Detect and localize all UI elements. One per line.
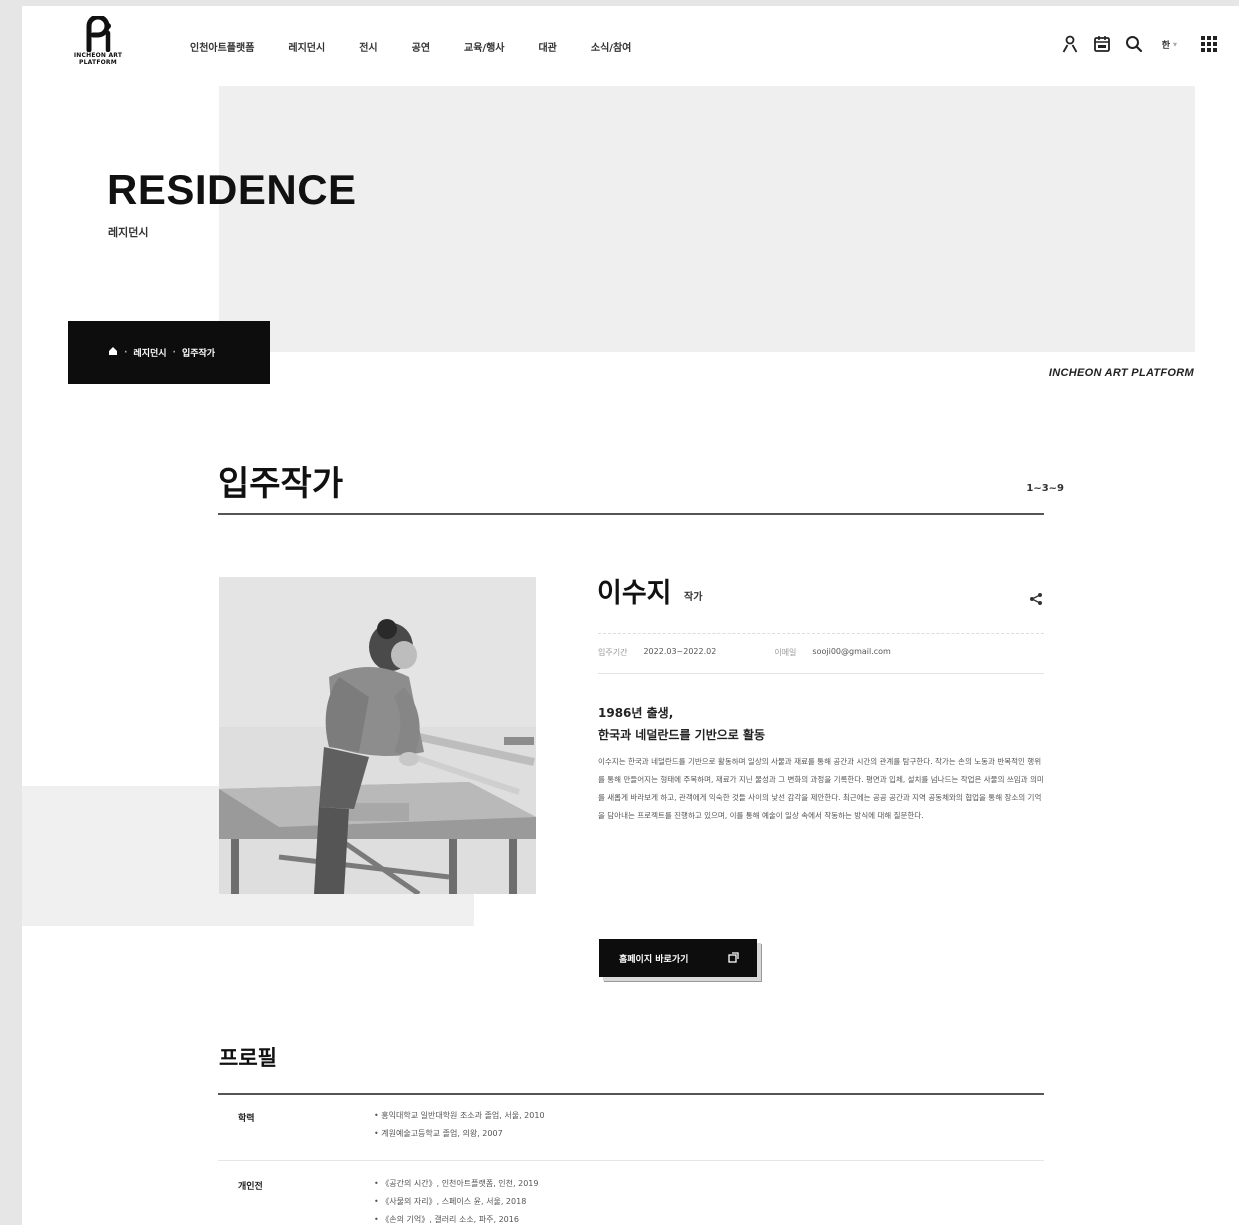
hero-title: RESIDENCE — [107, 166, 357, 213]
homepage-button[interactable]: 홈페이지 바로가기 — [599, 939, 757, 977]
user-icon[interactable] — [1060, 34, 1080, 54]
nav-item-rental[interactable]: 대관 — [538, 39, 556, 54]
language-label: 한 — [1161, 40, 1170, 51]
breadcrumb-separator: · — [124, 347, 128, 358]
meta-key-email: 이메일 — [774, 648, 797, 657]
artist-meta: 입주기간 2022.03~2022.02 이메일 sooji00@gmail.c… — [598, 647, 949, 658]
profile-divider — [218, 1093, 1044, 1095]
intro-line-2: 한국과 네덜란드를 기반으로 활동 — [598, 728, 766, 742]
chevron-down-icon: ▾ — [1172, 39, 1177, 49]
meta-key-period: 입주기간 — [598, 648, 628, 657]
page: INCHEON ART PLATFORM 인천아트플랫폼 레지던시 전시 공연 … — [22, 6, 1239, 1225]
profile-title: 프로필 — [219, 1046, 277, 1070]
hero-subtitle: 레지던시 — [108, 226, 149, 239]
nav-item-platform[interactable]: 인천아트플랫폼 — [190, 39, 254, 54]
logo-mark-icon — [86, 16, 111, 52]
intro-line-1: 1986년 출생, — [598, 706, 674, 720]
artist-intro: 1986년 출생, 한국과 네덜란드를 기반으로 활동 — [598, 702, 765, 746]
external-link-icon — [728, 952, 739, 966]
list-item: • 《사물의 자리》, 스페이스 윤, 서울, 2018 — [374, 1197, 527, 1206]
profile-row-divider — [218, 1160, 1044, 1161]
nav-item-education[interactable]: 교육/행사 — [464, 39, 504, 54]
artist-bio: 이수지는 한국과 네덜란드를 기반으로 활동하며 일상의 사물과 재료를 통해 … — [598, 757, 1044, 820]
meta-value-period: 2022.03~2022.02 — [643, 647, 717, 656]
main-nav: 인천아트플랫폼 레지던시 전시 공연 교육/행사 대관 소식/참여 — [190, 39, 665, 54]
section-right-label: 1~3~9 — [1026, 483, 1064, 494]
list-item: • 계원예술고등학교 졸업, 의왕, 2007 — [374, 1129, 503, 1138]
utility-bar: 한 ▾ — [1060, 34, 1219, 54]
profile-row-value-education: • 홍익대학교 일반대학원 조소과 졸업, 서울, 2010 • 계원예술고등학… — [374, 1107, 545, 1143]
breadcrumb: · 레지던시 · 입주작가 — [68, 321, 270, 384]
home-icon[interactable] — [108, 346, 118, 359]
meta-value-email[interactable]: sooji00@gmail.com — [812, 647, 890, 658]
profile-row-value-solo: • 《공간의 시간》, 인천아트플랫폼, 인천, 2019 • 《사물의 자리》… — [374, 1175, 538, 1225]
grid-menu-icon[interactable] — [1199, 34, 1219, 54]
share-icon[interactable] — [1028, 591, 1044, 607]
logo-text: INCHEON ART PLATFORM — [73, 52, 123, 66]
list-item: • 홍익대학교 일반대학원 조소과 졸업, 서울, 2010 — [374, 1111, 545, 1120]
list-item: • 《손의 기억》, 갤러리 소소, 파주, 2016 — [374, 1215, 519, 1224]
search-icon[interactable] — [1124, 34, 1144, 54]
nav-item-exhibition[interactable]: 전시 — [359, 39, 377, 54]
breadcrumb-item-artists[interactable]: 입주작가 — [182, 346, 215, 359]
breadcrumb-separator: · — [172, 347, 176, 358]
info-divider-top — [598, 633, 1044, 634]
language-select[interactable]: 한 ▾ — [1162, 38, 1177, 51]
calendar-icon[interactable] — [1092, 34, 1112, 54]
list-item: • 《공간의 시간》, 인천아트플랫폼, 인천, 2019 — [374, 1179, 539, 1188]
artist-photo — [219, 577, 536, 894]
artist-name: 이수지 — [597, 578, 672, 609]
brand-tagline: INCHEON ART PLATFORM — [1048, 367, 1194, 379]
section-divider — [218, 513, 1044, 515]
nav-item-performance[interactable]: 공연 — [412, 39, 430, 54]
profile-row-key-solo: 개인전 — [238, 1182, 263, 1192]
homepage-button-label: 홈페이지 바로가기 — [619, 954, 689, 965]
section-title: 입주작가 — [218, 464, 344, 504]
hero-background — [219, 86, 1195, 352]
profile-row-key-education: 학력 — [238, 1114, 255, 1124]
nav-item-news[interactable]: 소식/참여 — [591, 39, 631, 54]
artist-role: 작가 — [684, 592, 703, 603]
info-divider-bottom — [598, 673, 1044, 674]
nav-item-residence[interactable]: 레지던시 — [288, 39, 325, 54]
site-logo[interactable]: INCHEON ART PLATFORM — [66, 16, 130, 66]
breadcrumb-item-residence[interactable]: 레지던시 — [133, 346, 166, 359]
